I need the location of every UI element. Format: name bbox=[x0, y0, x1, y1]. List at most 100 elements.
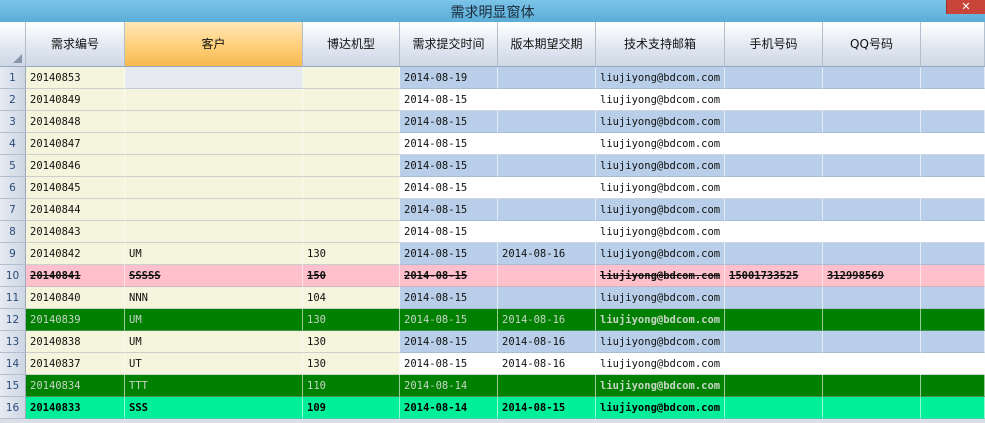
table-cell[interactable] bbox=[823, 309, 921, 331]
table-cell[interactable] bbox=[498, 265, 596, 287]
table-cell[interactable] bbox=[921, 353, 985, 375]
table-cell[interactable] bbox=[725, 375, 823, 397]
table-cell[interactable]: liujiyong@bdcom.com bbox=[596, 89, 725, 111]
table-cell[interactable] bbox=[303, 111, 400, 133]
column-header-extra[interactable] bbox=[921, 22, 985, 66]
table-cell[interactable]: 20140834 bbox=[26, 375, 125, 397]
table-cell[interactable]: 20140848 bbox=[26, 111, 125, 133]
table-cell[interactable] bbox=[725, 221, 823, 243]
table-cell[interactable]: liujiyong@bdcom.com bbox=[596, 67, 725, 89]
table-cell[interactable]: 20140843 bbox=[26, 221, 125, 243]
table-cell[interactable]: liujiyong@bdcom.com bbox=[596, 331, 725, 353]
table-cell[interactable] bbox=[921, 67, 985, 89]
table-cell[interactable]: 2014-08-15 bbox=[400, 309, 498, 331]
table-cell[interactable] bbox=[921, 89, 985, 111]
table-cell[interactable] bbox=[125, 89, 303, 111]
table-cell[interactable] bbox=[725, 309, 823, 331]
table-row[interactable]: 13 20140838 UM 130 2014-08-15 2014-08-16 liuji… bbox=[0, 331, 985, 353]
table-cell[interactable]: NNN bbox=[125, 287, 303, 309]
table-cell[interactable]: liujiyong@bdcom.com bbox=[596, 243, 725, 265]
table-cell[interactable]: 2014-08-15 bbox=[400, 243, 498, 265]
table-row[interactable]: 7 20140844 2014-08-15 liujiyong@bdcom.com bbox=[0, 199, 985, 221]
table-cell[interactable]: SSSSS bbox=[125, 265, 303, 287]
table-cell[interactable] bbox=[125, 155, 303, 177]
table-row[interactable]: 10 20140841 SSSSS 150 2014-08-15 liujiyong@bd… bbox=[0, 265, 985, 287]
table-row[interactable]: 1 20140853 2014-08-19 liujiyong@bdcom.com bbox=[0, 67, 985, 89]
table-cell[interactable]: 130 bbox=[303, 353, 400, 375]
table-cell[interactable]: 2014-08-15 bbox=[400, 353, 498, 375]
table-cell[interactable]: 20140842 bbox=[26, 243, 125, 265]
table-cell[interactable]: 2014-08-14 bbox=[400, 397, 498, 419]
table-cell[interactable]: 2014-08-15 bbox=[400, 155, 498, 177]
table-cell[interactable] bbox=[921, 397, 985, 419]
table-cell[interactable]: 20140853 bbox=[26, 67, 125, 89]
table-cell[interactable]: 20140833 bbox=[26, 397, 125, 419]
table-cell[interactable] bbox=[725, 199, 823, 221]
row-number[interactable]: 3 bbox=[0, 111, 26, 133]
table-cell[interactable] bbox=[498, 111, 596, 133]
row-number[interactable]: 6 bbox=[0, 177, 26, 199]
table-cell[interactable] bbox=[921, 111, 985, 133]
table-cell[interactable]: 20140840 bbox=[26, 287, 125, 309]
table-cell[interactable]: 2014-08-15 bbox=[400, 177, 498, 199]
table-cell[interactable]: 20140847 bbox=[26, 133, 125, 155]
table-cell[interactable]: liujiyong@bdcom.com bbox=[596, 287, 725, 309]
column-header-phone[interactable]: 手机号码 bbox=[725, 22, 823, 66]
table-cell[interactable]: 2014-08-15 bbox=[400, 265, 498, 287]
table-cell[interactable]: liujiyong@bdcom.com bbox=[596, 177, 725, 199]
row-number[interactable]: 16 bbox=[0, 397, 26, 419]
table-cell[interactable]: 2014-08-15 bbox=[400, 111, 498, 133]
table-row[interactable]: 4 20140847 2014-08-15 liujiyong@bdcom.com bbox=[0, 133, 985, 155]
table-cell[interactable] bbox=[823, 243, 921, 265]
table-cell[interactable] bbox=[823, 177, 921, 199]
table-cell[interactable] bbox=[823, 199, 921, 221]
table-cell[interactable]: liujiyong@bdcom.com bbox=[596, 353, 725, 375]
table-cell[interactable] bbox=[921, 309, 985, 331]
row-number[interactable]: 12 bbox=[0, 309, 26, 331]
table-cell[interactable]: 2014-08-16 bbox=[498, 309, 596, 331]
table-cell[interactable] bbox=[823, 89, 921, 111]
table-cell[interactable]: 130 bbox=[303, 243, 400, 265]
table-cell[interactable] bbox=[303, 221, 400, 243]
table-cell[interactable]: 2014-08-15 bbox=[400, 133, 498, 155]
table-cell[interactable] bbox=[725, 331, 823, 353]
row-number[interactable]: 10 bbox=[0, 265, 26, 287]
table-cell[interactable] bbox=[921, 331, 985, 353]
table-cell[interactable] bbox=[303, 89, 400, 111]
table-cell[interactable]: 20140844 bbox=[26, 199, 125, 221]
table-cell[interactable] bbox=[725, 287, 823, 309]
table-cell[interactable]: UM bbox=[125, 243, 303, 265]
table-cell[interactable] bbox=[823, 287, 921, 309]
row-number[interactable]: 9 bbox=[0, 243, 26, 265]
row-number[interactable]: 13 bbox=[0, 331, 26, 353]
table-cell[interactable]: liujiyong@bdcom.com bbox=[596, 155, 725, 177]
table-cell[interactable] bbox=[725, 89, 823, 111]
table-cell[interactable]: 20140839 bbox=[26, 309, 125, 331]
table-cell[interactable]: 2014-08-15 bbox=[400, 199, 498, 221]
table-row[interactable]: 11 20140840 NNN 104 2014-08-15 liujiyong@bdco… bbox=[0, 287, 985, 309]
table-cell[interactable] bbox=[303, 67, 400, 89]
table-cell[interactable]: 130 bbox=[303, 331, 400, 353]
table-cell[interactable] bbox=[303, 133, 400, 155]
table-row[interactable]: 9 20140842 UM 130 2014-08-15 2014-08-16 liujiy… bbox=[0, 243, 985, 265]
row-number[interactable]: 2 bbox=[0, 89, 26, 111]
row-number[interactable]: 11 bbox=[0, 287, 26, 309]
table-cell[interactable] bbox=[921, 199, 985, 221]
row-number[interactable]: 5 bbox=[0, 155, 26, 177]
table-cell[interactable] bbox=[303, 177, 400, 199]
row-number[interactable]: 15 bbox=[0, 375, 26, 397]
table-cell[interactable]: liujiyong@bdcom.com bbox=[596, 397, 725, 419]
table-cell[interactable]: UT bbox=[125, 353, 303, 375]
table-row[interactable]: 8 20140843 2014-08-15 liujiyong@bdcom.com bbox=[0, 221, 985, 243]
table-cell[interactable]: 20140849 bbox=[26, 89, 125, 111]
table-row[interactable]: 2 20140849 2014-08-15 liujiyong@bdcom.com bbox=[0, 89, 985, 111]
table-cell[interactable] bbox=[125, 199, 303, 221]
table-cell[interactable]: 2014-08-15 bbox=[498, 397, 596, 419]
table-cell[interactable] bbox=[823, 397, 921, 419]
row-number[interactable]: 8 bbox=[0, 221, 26, 243]
table-cell[interactable]: 20140845 bbox=[26, 177, 125, 199]
table-row[interactable]: 15 20140834 TTT 110 2014-08-14 liujiyong@bdco… bbox=[0, 375, 985, 397]
table-cell[interactable] bbox=[725, 243, 823, 265]
table-cell[interactable] bbox=[921, 155, 985, 177]
table-cell[interactable]: 109 bbox=[303, 397, 400, 419]
